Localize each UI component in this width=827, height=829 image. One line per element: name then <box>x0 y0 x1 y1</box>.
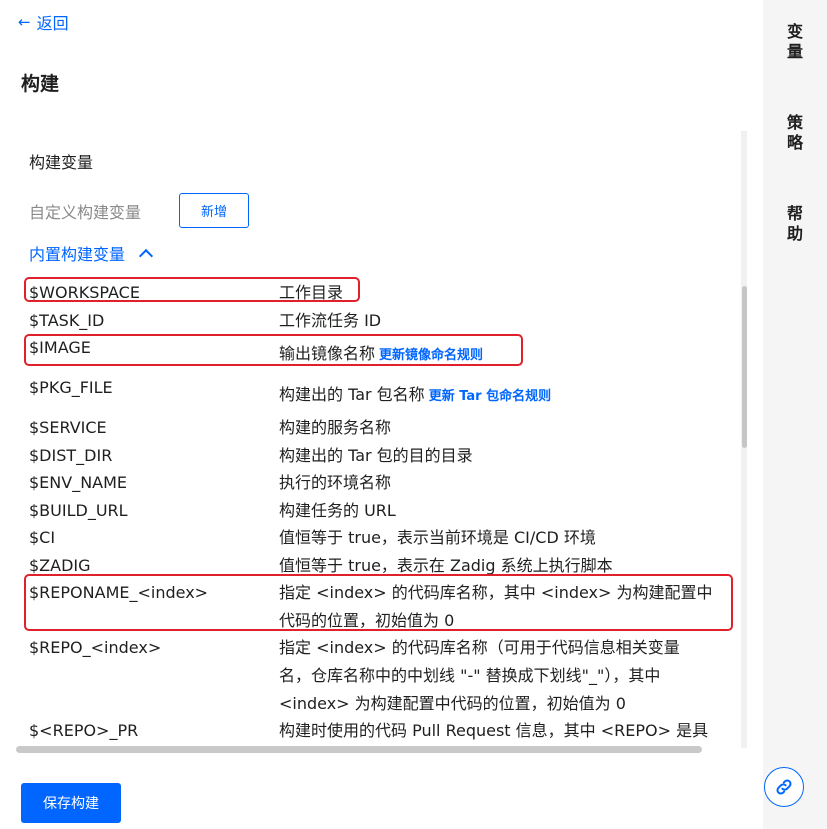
custom-vars-label: 自定义构建变量 <box>29 203 142 222</box>
var-desc: 名，仓库名称中的中划线 "-" 替换成下划线"_"），其中 <box>279 666 661 685</box>
update-tar-naming-link[interactable]: 更新 Tar 包命名规则 <box>429 389 551 404</box>
update-image-naming-link[interactable]: 更新镜像命名规则 <box>379 348 483 363</box>
page-title: 构建 <box>21 73 60 95</box>
var-desc: <index> 为构建配置中代码的位置，初始值为 0 <box>279 694 626 713</box>
builtin-vars-toggle[interactable]: 内置构建变量 <box>29 241 154 265</box>
right-sidebar: 变 量 策 略 帮 助 <box>763 0 827 829</box>
var-name: $ENV_NAME <box>29 473 128 492</box>
builtin-vars-label: 内置构建变量 <box>29 245 126 264</box>
back-label: 返回 <box>36 14 69 33</box>
var-name: $CI <box>29 528 56 547</box>
tab-char: 变 <box>786 22 803 41</box>
back-link[interactable]: ← 返回 <box>18 10 69 34</box>
var-name: $DIST_DIR <box>29 446 113 465</box>
var-desc: 构建的服务名称 <box>279 418 392 437</box>
chevron-up-icon <box>138 248 154 264</box>
save-build-button[interactable]: 保存构建 <box>21 783 121 823</box>
var-desc: 构建出的 Tar 包名称 更新 Tar 包命名规则 <box>279 381 551 410</box>
var-desc: 工作目录 <box>279 283 344 302</box>
var-desc: 值恒等于 true，表示在 Zadig 系统上执行脚本 <box>279 556 613 575</box>
var-name: $BUILD_URL <box>29 501 128 520</box>
tab-variables[interactable]: 变 量 <box>763 22 827 62</box>
var-desc: 输出镜像名称 更新镜像命名规则 <box>279 340 483 369</box>
var-name: $REPO_<index> <box>29 638 162 657</box>
var-desc: 构建时使用的代码 Pull Request 信息，其中 <REPO> 是具 <box>279 721 709 740</box>
add-variable-button[interactable]: 新增 <box>179 193 249 228</box>
var-name: $IMAGE <box>29 338 91 357</box>
var-desc: 执行的环境名称 <box>279 473 392 492</box>
var-desc: 构建任务的 URL <box>279 501 396 520</box>
link-button[interactable] <box>764 767 804 807</box>
tab-char: 助 <box>786 224 803 243</box>
var-desc: 指定 <index> 的代码库名称（可用于代码信息相关变量 <box>279 638 680 657</box>
arrow-left-icon: ← <box>18 13 31 31</box>
build-page: ← 返回 构建 构建变量 自定义构建变量 新增 内置构建变量 $WORKSPAC… <box>0 0 827 829</box>
var-desc-text: 构建出的 Tar 包名称 <box>279 385 425 404</box>
var-desc: 值恒等于 true，表示当前环境是 CI/CD 环境 <box>279 528 596 547</box>
tab-help[interactable]: 帮 助 <box>763 204 827 244</box>
var-name: $TASK_ID <box>29 311 105 330</box>
var-desc: 指定 <index> 的代码库名称，其中 <index> 为构建配置中 <box>279 583 713 602</box>
var-desc: 构建出的 Tar 包的目的目录 <box>279 446 473 465</box>
var-desc: 工作流任务 ID <box>279 311 382 330</box>
tab-char: 略 <box>786 133 803 152</box>
var-name: $REPONAME_<index> <box>29 583 209 602</box>
var-desc: 代码的位置，初始值为 0 <box>279 611 455 630</box>
var-name: $WORKSPACE <box>29 283 140 302</box>
link-icon <box>776 779 792 795</box>
tab-char: 帮 <box>786 204 803 223</box>
var-name: $<REPO>_PR <box>29 721 139 740</box>
section-title: 构建变量 <box>29 153 94 172</box>
tab-char: 量 <box>786 42 803 61</box>
var-name: $SERVICE <box>29 418 107 437</box>
tab-policy[interactable]: 策 略 <box>763 113 827 153</box>
var-name: $ZADIG <box>29 556 91 575</box>
var-desc-text: 输出镜像名称 <box>279 344 376 363</box>
var-name: $PKG_FILE <box>29 378 113 397</box>
tab-char: 策 <box>786 113 803 132</box>
vertical-scrollbar[interactable] <box>742 286 747 448</box>
horizontal-scrollbar[interactable] <box>16 746 702 753</box>
